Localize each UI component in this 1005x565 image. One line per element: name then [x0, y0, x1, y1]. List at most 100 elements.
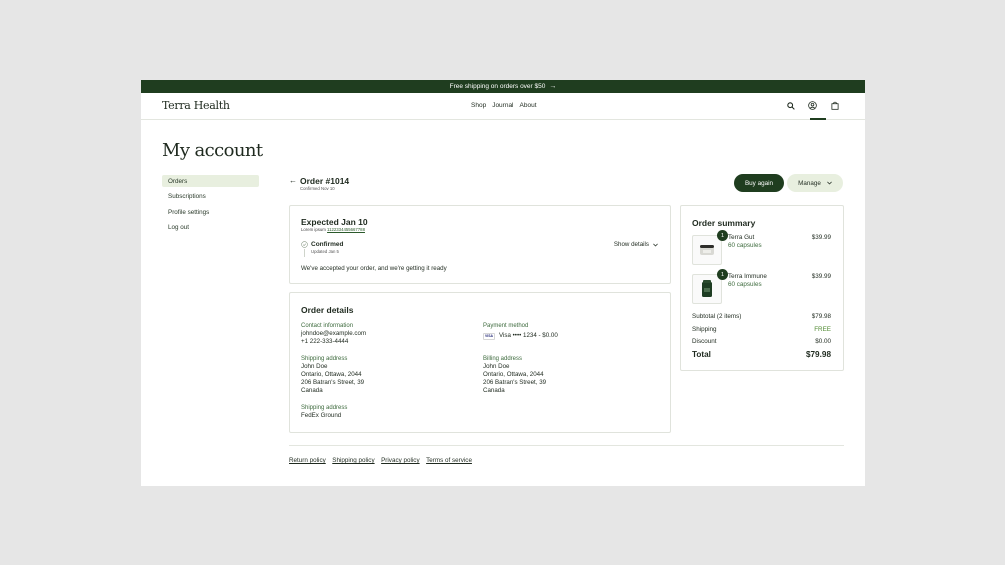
footer-link-shipping-policy[interactable]: Shipping policy	[332, 457, 374, 464]
shipping-method-label: Shipping address	[301, 405, 348, 411]
search-icon[interactable]	[784, 99, 797, 112]
back-arrow-icon[interactable]: ←	[289, 176, 297, 185]
tracking-info: Lorem ipsum 1122334455667788	[301, 227, 365, 232]
promo-text[interactable]: Free shipping on orders over $50	[450, 83, 546, 90]
arrow-right-icon: →	[549, 83, 557, 90]
timeline-line	[304, 249, 305, 257]
contact-info: Contact information johndoe@example.com …	[301, 322, 366, 346]
footer-divider	[289, 445, 844, 446]
status-message: We've accepted your order, and we're get…	[301, 265, 447, 272]
subtotal-label: Subtotal (2 items)	[692, 313, 742, 320]
subtotal-row: Subtotal (2 items) $79.98	[692, 313, 831, 320]
show-details-toggle[interactable]: Show details	[614, 241, 658, 248]
product-name[interactable]: Terra Gut	[728, 234, 762, 242]
shipping-address-line: 206 Batran's Street, 39	[301, 379, 365, 386]
buy-again-button[interactable]: Buy again	[734, 174, 784, 192]
product-name[interactable]: Terra Immune	[728, 273, 767, 281]
status-updated-date: Updated Jan 5	[311, 249, 339, 254]
account-sidebar: Orders Subscriptions Profile settings Lo…	[162, 175, 259, 237]
billing-address: Billing address John Doe Ontario, Ottawa…	[483, 355, 546, 395]
product-variant: 60 capsules	[728, 242, 762, 249]
sidebar-item-log-out[interactable]: Log out	[162, 222, 259, 234]
sidebar-item-orders[interactable]: Orders	[162, 175, 259, 187]
quantity-badge: 1	[717, 230, 728, 241]
product-price: $39.99	[811, 273, 831, 280]
contact-email: johndoe@example.com	[301, 330, 367, 337]
summary-item: Terra Immune 60 capsules	[728, 273, 767, 289]
logo[interactable]: Terra Health	[162, 99, 230, 112]
payment-row: VISA Visa •••• 1234 - $0.00	[483, 332, 558, 340]
bag-icon[interactable]	[828, 99, 841, 112]
summary-item: Terra Gut 60 capsules	[728, 234, 762, 250]
tracking-number-link[interactable]: 1122334455667788	[327, 227, 365, 232]
product-image-terra-gut[interactable]	[692, 235, 722, 265]
billing-address-line: John Doe	[483, 363, 510, 370]
total-value: $79.98	[805, 350, 831, 359]
order-confirmed-date: Confirmed Nov 10	[300, 186, 335, 191]
payment-label: Payment method	[483, 323, 529, 329]
payment-text: Visa •••• 1234 - $0.00	[499, 332, 558, 339]
shipping-row: Shipping FREE	[692, 326, 831, 333]
discount-value: $0.00	[815, 338, 831, 345]
shipping-method-value: FedEx Ground	[301, 412, 342, 419]
contact-label: Contact information	[301, 323, 354, 329]
billing-address-line: Ontario, Ottawa, 2044	[483, 371, 544, 378]
footer-links: Return policy Shipping policy Privacy po…	[289, 457, 472, 464]
sidebar-item-subscriptions[interactable]: Subscriptions	[162, 191, 259, 203]
order-details-card: Order details Contact information johndo…	[289, 292, 671, 433]
order-status-card: Expected Jan 10 Lorem ipsum 112233445566…	[289, 205, 671, 284]
main-menu: Shop Journal About	[471, 102, 537, 109]
order-summary-title: Order summary	[692, 218, 756, 228]
product-price: $39.99	[811, 234, 831, 241]
page-frame: Free shipping on orders over $50 → Terra…	[141, 80, 865, 486]
billing-address-label: Billing address	[483, 356, 523, 362]
shipping-method: Shipping address FedEx Ground	[301, 404, 347, 420]
account-icon[interactable]	[806, 99, 819, 112]
shipping-address-line: Canada	[301, 387, 323, 394]
order-title: Order #1014	[300, 176, 350, 186]
shipping-value: FREE	[814, 326, 831, 333]
shipping-address: Shipping address John Doe Ontario, Ottaw…	[301, 355, 364, 395]
account-active-indicator	[810, 118, 826, 120]
order-summary-card: Order summary 1 Terra Gut 60 capsules $3…	[680, 205, 844, 371]
billing-address-line: Canada	[483, 387, 505, 394]
nav-item-about[interactable]: About	[520, 102, 537, 109]
top-nav: Terra Health Shop Journal About	[141, 93, 865, 120]
status-step: Confirmed	[311, 241, 344, 248]
shipping-label: Shipping	[692, 326, 717, 333]
expected-delivery: Expected Jan 10	[301, 217, 368, 227]
shipping-address-line: Ontario, Ottawa, 2044	[301, 371, 362, 378]
chevron-down-icon	[653, 243, 658, 247]
product-variant: 60 capsules	[728, 281, 762, 288]
show-details-label: Show details	[613, 241, 649, 248]
footer-link-return-policy[interactable]: Return policy	[289, 457, 326, 464]
shipping-address-line: John Doe	[301, 363, 328, 370]
discount-label: Discount	[692, 338, 717, 345]
order-details-title: Order details	[301, 305, 354, 315]
page-title: My account	[162, 140, 263, 161]
manage-button[interactable]: Manage	[787, 174, 843, 192]
total-row: Total $79.98	[692, 350, 831, 359]
footer-link-terms-of-service[interactable]: Terms of service	[426, 457, 472, 464]
status-check-icon	[301, 241, 308, 248]
contact-phone: +1 222-333-4444	[301, 338, 349, 345]
billing-address-line: 206 Batran's Street, 39	[483, 379, 547, 386]
visa-card-icon: VISA	[483, 332, 495, 340]
tracking-label: Lorem ipsum	[301, 227, 326, 232]
sidebar-item-profile-settings[interactable]: Profile settings	[162, 206, 259, 218]
product-image-terra-immune[interactable]	[692, 274, 722, 304]
payment-method: Payment method VISA Visa •••• 1234 - $0.…	[483, 322, 558, 340]
shipping-address-label: Shipping address	[301, 356, 348, 362]
footer-link-privacy-policy[interactable]: Privacy policy	[381, 457, 420, 464]
nav-icons	[784, 99, 841, 112]
chevron-down-icon	[827, 181, 832, 185]
total-label: Total	[692, 350, 711, 359]
nav-item-shop[interactable]: Shop	[471, 102, 486, 109]
subtotal-value: $79.98	[811, 313, 831, 320]
manage-label: Manage	[798, 179, 821, 187]
promo-bar[interactable]: Free shipping on orders over $50 →	[141, 80, 865, 93]
nav-item-journal[interactable]: Journal	[492, 102, 513, 109]
discount-row: Discount $0.00	[692, 338, 831, 345]
buy-again-label: Buy again	[744, 179, 773, 187]
quantity-badge: 1	[717, 269, 728, 280]
